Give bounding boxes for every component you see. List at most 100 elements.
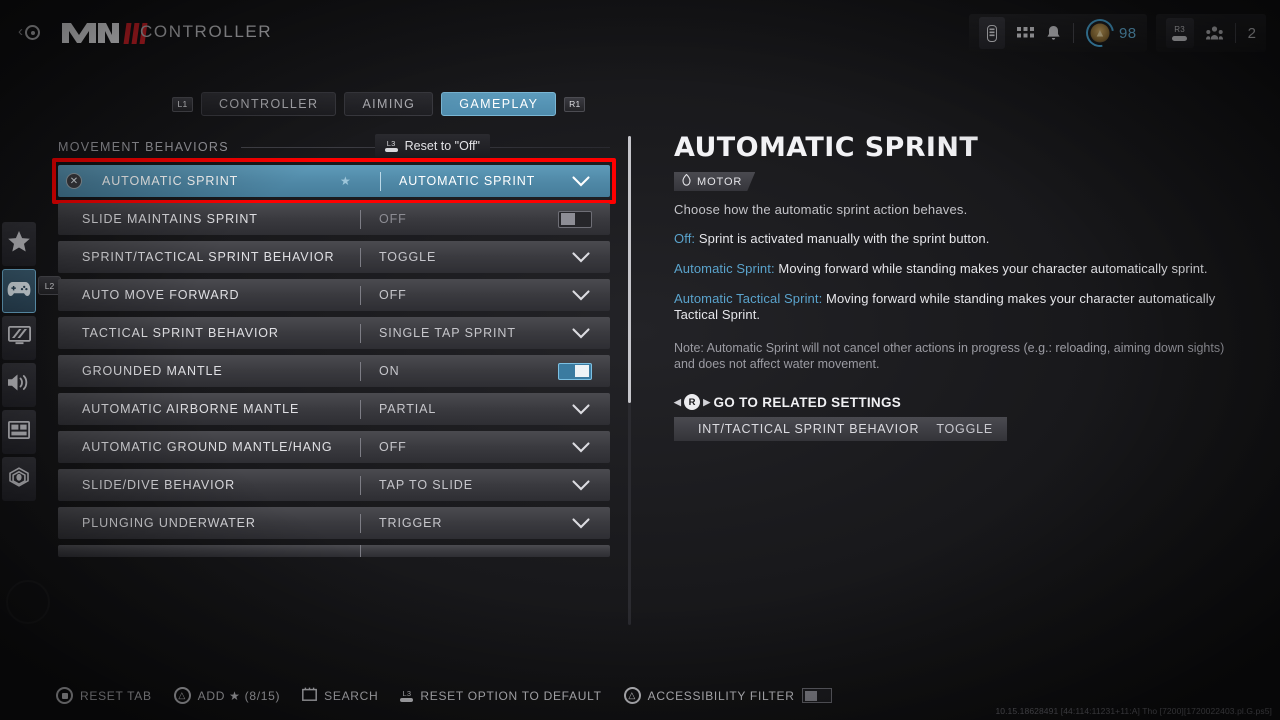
setting-label: SPRINT/TACTICAL SPRINT BEHAVIOR <box>82 250 335 264</box>
setting-label: PLUNGING UNDERWATER <box>82 516 256 530</box>
action-label: SEARCH <box>324 688 379 703</box>
notification-bell-icon[interactable] <box>1046 25 1061 41</box>
sidebar-item-controller[interactable] <box>2 269 36 313</box>
setting-value: TRIGGER <box>379 516 443 530</box>
toggle-switch-off[interactable] <box>558 210 592 228</box>
chevron-down-icon[interactable] <box>572 175 590 187</box>
chevron-down-icon[interactable] <box>572 479 590 491</box>
chevron-down-icon[interactable] <box>572 289 590 301</box>
chevron-down-icon[interactable] <box>572 403 590 415</box>
r1-bumper-prompt[interactable]: R1 <box>564 96 586 112</box>
setting-row-sprint-tactical-sprint-behavior[interactable]: SPRINT/TACTICAL SPRINT BEHAVIOR TOGGLE <box>58 241 610 273</box>
setting-value: OFF <box>379 440 407 454</box>
hud-status-bar: ▲ 98 R3 2 <box>968 13 1266 53</box>
sidebar-item-audio[interactable] <box>2 363 36 407</box>
setting-row-plunging-underwater[interactable]: PLUNGING UNDERWATER TRIGGER <box>58 507 610 539</box>
action-accessibility-filter[interactable]: △ ACCESSIBILITY FILTER <box>623 687 832 704</box>
setting-label: AUTOMATIC AIRBORNE MANTLE <box>82 402 300 416</box>
detail-lead-text: Choose how the automatic sprint action b… <box>674 202 968 217</box>
detail-panel: AUTOMATIC SPRINT MOTOR Choose how the au… <box>674 132 1234 441</box>
r3-button-prompt[interactable]: R3 <box>1165 18 1194 48</box>
tab-controller[interactable]: CONTROLLER <box>201 92 337 116</box>
operator-avatar-icon: ▲ <box>1090 23 1110 43</box>
tab-gameplay[interactable]: GAMEPLAY <box>441 92 557 116</box>
setting-value: OFF <box>379 288 407 302</box>
bottom-action-bar: RESET TAB △ ADD ★ (8/15) SEARCH L3 RESET… <box>56 687 832 704</box>
row-separator <box>360 545 361 557</box>
setting-row-automatic-sprint[interactable]: ✕ AUTOMATIC SPRINT ★ AUTOMATIC SPRINT <box>52 158 616 204</box>
page-title: CONTROLLER <box>140 22 273 41</box>
setting-label: SLIDE/DIVE BEHAVIOR <box>82 478 236 492</box>
reset-to-off-button[interactable]: L3 Reset to "Off" <box>374 134 490 157</box>
setting-label: GROUNDED MANTLE <box>82 364 223 378</box>
action-label: RESET TAB <box>80 688 152 703</box>
sidebar-item-interface[interactable] <box>2 410 36 454</box>
list-scrollbar[interactable] <box>628 136 631 625</box>
setting-row-automatic-airborne-mantle[interactable]: AUTOMATIC AIRBORNE MANTLE PARTIAL <box>58 393 610 425</box>
action-reset-tab[interactable]: RESET TAB <box>56 687 152 704</box>
r-button-prompt-icon[interactable]: R <box>684 394 701 410</box>
setting-label: AUTO MOVE FORWARD <box>82 288 240 302</box>
action-add-favorite[interactable]: △ ADD ★ (8/15) <box>173 687 281 704</box>
related-setting-row[interactable]: INT/TACTICAL SPRINT BEHAVIOR TOGGLE <box>674 417 1007 441</box>
scrollbar-thumb[interactable] <box>628 136 631 403</box>
chevron-down-icon[interactable] <box>572 251 590 263</box>
action-label: ADD ★ (8/15) <box>197 688 281 703</box>
l1-bumper-prompt[interactable]: L1 <box>172 96 193 112</box>
sidebar-item-graphics[interactable] <box>2 316 36 360</box>
gamepad-icon <box>7 281 31 302</box>
hud-divider-2 <box>1234 23 1236 43</box>
monitor-icon <box>7 325 31 350</box>
action-search[interactable]: SEARCH <box>302 687 378 704</box>
tab-bar: L1 CONTROLLER AIMING GAMEPLAY R1 <box>172 92 586 116</box>
background-ornament <box>6 580 50 624</box>
sidebar-item-favorites[interactable] <box>2 222 36 266</box>
tab-aiming[interactable]: AIMING <box>344 92 434 116</box>
ps-options-icon <box>56 687 73 704</box>
currency-ring-icon: ▲ <box>1080 13 1120 53</box>
apps-grid-icon[interactable] <box>1016 26 1034 40</box>
favorite-star-icon[interactable]: ★ <box>340 174 351 188</box>
hud-group-primary: ▲ 98 <box>968 13 1147 53</box>
detail-option-automatic-sprint: Automatic Sprint: Moving forward while s… <box>674 261 1234 277</box>
battery-icon[interactable] <box>978 17 1005 49</box>
speaker-icon <box>7 373 31 397</box>
setting-row-auto-move-forward[interactable]: AUTO MOVE FORWARD OFF <box>58 279 610 311</box>
detail-note: Note: Automatic Sprint will not cancel o… <box>674 341 1225 371</box>
section-header: MOVEMENT BEHAVIORS L3 Reset to "Off" <box>58 134 610 158</box>
related-setting-label: INT/TACTICAL SPRINT BEHAVIOR <box>698 422 920 436</box>
option-desc: Sprint is activated manually with the sp… <box>695 231 990 246</box>
ps-triangle-icon: △ <box>623 687 641 704</box>
chevron-down-icon[interactable] <box>572 517 590 529</box>
l3-stick-icon: L3 <box>400 689 414 702</box>
top-bar: ‹ CONTROLLER ▲ 98 R3 2 <box>0 0 1280 66</box>
setting-label: AUTOMATIC GROUND MANTLE/HANG <box>82 440 333 454</box>
setting-label: TACTICAL SPRINT BEHAVIOR <box>82 326 279 340</box>
accessibility-filter-toggle[interactable] <box>801 688 832 703</box>
setting-label: AUTOMATIC SPRINT <box>102 174 239 188</box>
sidebar-item-accessibility[interactable] <box>2 457 36 501</box>
action-reset-option-to-default[interactable]: L3 RESET OPTION TO DEFAULT <box>400 689 601 703</box>
l3-stick-icon: L3 <box>384 139 398 152</box>
back-arrow-icon[interactable]: ‹ <box>18 24 23 40</box>
r3-label: R3 <box>1174 25 1186 34</box>
toggle-switch-on[interactable] <box>558 362 592 380</box>
setting-value: OFF <box>379 212 407 226</box>
party-members-icon[interactable] <box>1205 25 1223 41</box>
related-settings-label: GO TO RELATED SETTINGS <box>713 394 902 410</box>
chevron-down-icon[interactable] <box>572 327 590 339</box>
chevron-down-icon[interactable] <box>572 441 590 453</box>
setting-row-tactical-sprint-behavior[interactable]: TACTICAL SPRINT BEHAVIOR SINGLE TAP SPRI… <box>58 317 610 349</box>
hud-group-party: R3 2 <box>1155 14 1266 52</box>
setting-row-grounded-mantle[interactable]: GROUNDED MANTLE ON <box>58 355 610 387</box>
search-icon <box>302 687 318 704</box>
badge-label: MOTOR <box>697 175 743 188</box>
currency-display[interactable]: ▲ 98 <box>1080 13 1137 53</box>
setting-row-slide-maintains-sprint[interactable]: SLIDE MAINTAINS SPRINT OFF <box>58 203 610 235</box>
back-button[interactable] <box>25 25 40 40</box>
setting-value: TAP TO SLIDE <box>379 478 473 492</box>
setting-row-partial[interactable] <box>58 545 610 557</box>
setting-row-automatic-ground-mantle-hang[interactable]: AUTOMATIC GROUND MANTLE/HANG OFF <box>58 431 610 463</box>
setting-row-slide-dive-behavior[interactable]: SLIDE/DIVE BEHAVIOR TAP TO SLIDE <box>58 469 610 501</box>
star-icon <box>8 231 30 257</box>
